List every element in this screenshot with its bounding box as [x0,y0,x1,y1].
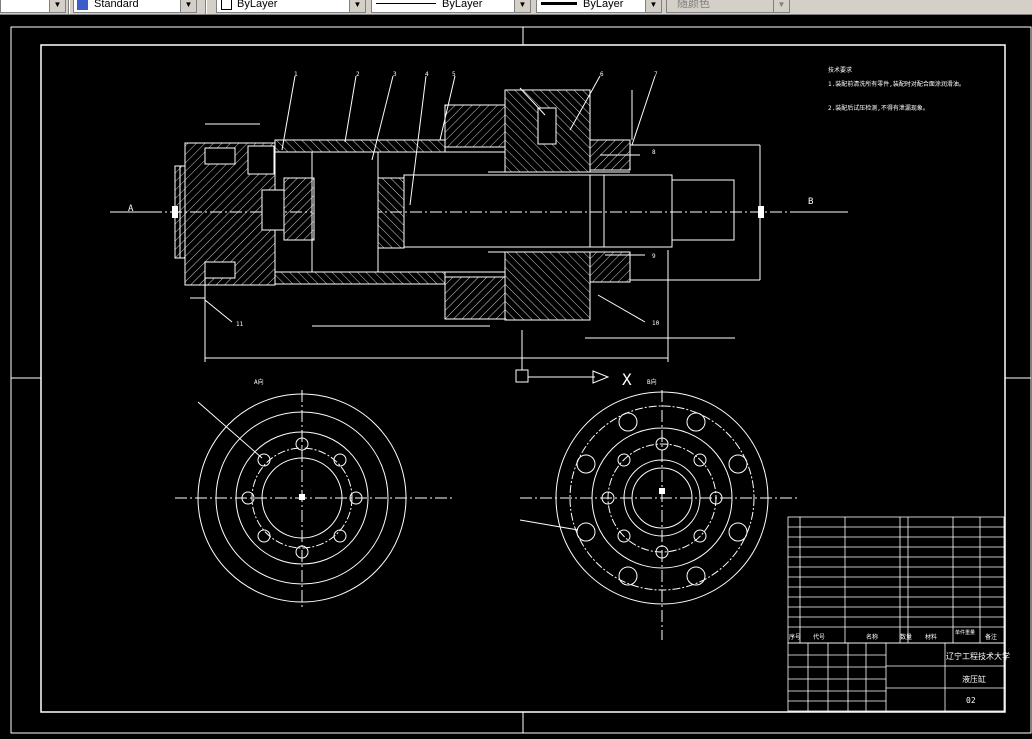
color-swatch-icon [221,0,232,10]
layer-value: ByLayer [237,0,278,10]
lineweight-preview-icon [541,2,577,5]
chevron-down-icon[interactable]: ▼ [514,0,530,12]
header-cell: 单件重量 [955,629,975,636]
part-number: 1 [294,71,298,78]
view-a-label: A向 [254,378,264,386]
part-number: 10 [652,320,660,327]
tech-req-line: 1.装配前清洗所有零件,装配时对配合面涂润滑油。 [828,80,965,88]
chevron-down-icon[interactable]: ▼ [49,0,65,12]
plot-style-value: 随颜色 [677,0,710,10]
part-number: 2 [356,71,360,78]
plot-style-dropdown[interactable]: 随颜色 ▼ [666,0,790,13]
cylinder-section-view [110,75,850,362]
chevron-down-icon[interactable]: ▼ [645,0,661,12]
tech-req-line: 2.装配后试压检测,不得有泄漏现象。 [828,104,929,112]
parts-list-header: 序号 代号 名称 数量 材料 单件重量 备注 [789,629,997,641]
part-number: 8 [652,149,656,156]
parts-list [787,516,1005,644]
text-style-dropdown[interactable]: Standard ▼ [73,0,197,13]
view-a [175,390,455,610]
linetype-preview-icon [376,3,436,4]
chevron-down-icon[interactable]: ▼ [773,0,789,12]
chevron-down-icon[interactable]: ▼ [349,0,365,12]
linetype-dropdown[interactable]: ByLayer ▼ [371,0,531,13]
header-cell: 序号 [789,633,801,641]
technical-requirements: 技术要求 1.装配前清洗所有零件,装配时对配合面涂润滑油。 2.装配后试压检测,… [828,66,965,112]
drawing-name: 液压缸 [962,674,986,684]
linetype-value: ByLayer [442,0,483,10]
tech-req-title: 技术要求 [828,66,852,74]
header-cell: 代号 [813,633,825,641]
section-b-label: B [808,197,813,207]
part-number: 9 [652,253,656,260]
part-number: 3 [393,71,397,78]
part-number: 6 [600,71,604,78]
ucs-x-label: X [622,370,632,389]
lineweight-value: ByLayer [583,0,624,10]
view-b-center-mark [659,488,665,494]
view-b [519,390,800,640]
part-number: 7 [654,71,658,78]
header-cell: 名称 [866,633,878,641]
header-cell: 材料 [925,633,937,641]
header-cell: 数量 [900,633,912,641]
section-a-marker [172,206,178,218]
part-number: 5 [452,71,456,78]
view-a-center-mark [299,494,305,500]
title-block-text: 辽宁工程技术大学 液压缸 02 [946,651,1010,705]
section-a-label: A [128,204,134,214]
text-style-icon [77,0,88,10]
drawing-canvas[interactable]: A B 1 2 3 4 5 6 7 8 9 10 11 技术要求 1.装配前清洗… [0,14,1032,734]
part-number: 4 [425,71,429,78]
drawing-number: 02 [966,696,976,705]
section-b-marker [758,206,764,218]
part-number: 11 [236,321,244,328]
properties-toolbar: ▼ Standard ▼ ByLayer ▼ ByLayer ▼ ByLayer… [0,0,1032,15]
left-dropdown[interactable]: ▼ [0,0,66,13]
university-name: 辽宁工程技术大学 [946,651,1010,661]
text-style-value: Standard [94,0,139,10]
view-b-label: B向 [647,378,657,386]
header-cell: 备注 [985,633,997,641]
layer-dropdown[interactable]: ByLayer ▼ [216,0,366,13]
chevron-down-icon[interactable]: ▼ [180,0,196,12]
lineweight-dropdown[interactable]: ByLayer ▼ [536,0,662,13]
